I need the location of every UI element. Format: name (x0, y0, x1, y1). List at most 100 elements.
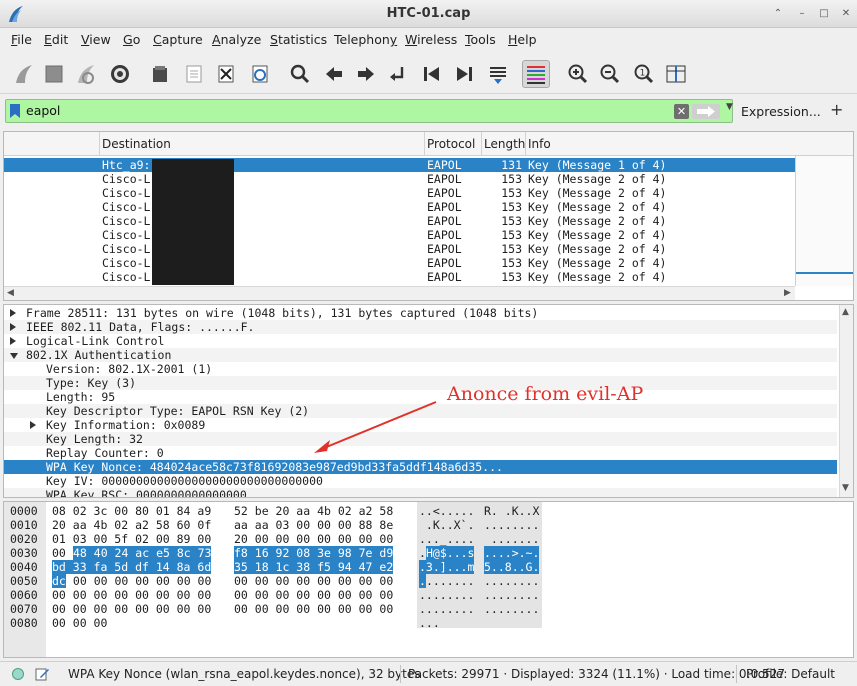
detail-row[interactable]: Logical-Link Control (4, 334, 837, 348)
capture-options-icon[interactable] (106, 60, 134, 88)
column-header-length[interactable]: Length (484, 137, 525, 151)
go-forward-icon[interactable] (352, 60, 380, 88)
display-filter-input[interactable]: eapol ✕ ▼ (5, 99, 733, 123)
detail-row[interactable]: Type: Key (3) (4, 376, 837, 390)
first-packet-icon[interactable] (418, 60, 446, 88)
bytes-row[interactable]: 0080 00 00 00... (4, 616, 853, 630)
collapse-arrow-icon[interactable] (10, 353, 18, 359)
window-maximize-icon[interactable]: □ (816, 6, 832, 22)
menu-capture[interactable]: Capture (153, 32, 203, 47)
expand-arrow-icon[interactable] (10, 337, 16, 345)
menu-statistics[interactable]: Statistics (270, 32, 327, 47)
save-file-icon[interactable] (180, 60, 208, 88)
scroll-down-icon[interactable]: ▼ (842, 483, 849, 493)
bytes-row[interactable]: 0010 20 aa 4b 02 a2 58 60 0f aa aa 03 00 0… (4, 518, 853, 532)
column-header-info[interactable]: Info (528, 137, 551, 151)
menu-view[interactable]: View (81, 32, 111, 47)
zoom-out-icon[interactable] (596, 60, 624, 88)
packet-cell-info: Key (Message 2 of 4) (528, 172, 667, 186)
scroll-right-icon[interactable]: ▶ (784, 288, 791, 298)
resize-columns-icon[interactable] (662, 60, 690, 88)
colorize-packets-icon[interactable] (522, 60, 550, 88)
scroll-up-icon[interactable]: ▲ (842, 307, 849, 317)
menu-help[interactable]: Help (508, 32, 537, 47)
find-packet-icon[interactable] (286, 60, 314, 88)
bytes-ascii: ........ (484, 518, 540, 532)
bytes-row[interactable]: 0020 01 03 00 5f 02 00 89 00 20 00 00 00 0… (4, 532, 853, 546)
scroll-left-icon[interactable]: ◀ (7, 288, 14, 298)
close-file-icon[interactable] (212, 60, 240, 88)
detail-row[interactable]: Frame 28511: 131 bytes on wire (1048 bit… (4, 306, 837, 320)
go-to-packet-icon[interactable] (384, 60, 412, 88)
column-header-destination[interactable]: Destination (102, 137, 171, 151)
detail-text: WPA Key RSC: 0000000000000000 (46, 488, 247, 498)
bytes-row[interactable]: 0060 00 00 00 00 00 00 00 00 00 00 00 00 0… (4, 588, 853, 602)
bytes-offset: 0000 (10, 504, 38, 518)
expression-button[interactable]: Expression... (741, 104, 821, 119)
packet-details-scrollbar[interactable]: ▲ ▼ (839, 305, 853, 497)
detail-row[interactable]: Version: 802.1X-2001 (1) (4, 362, 837, 376)
column-header-protocol[interactable]: Protocol (427, 137, 475, 151)
menu-file[interactable]: File (11, 32, 32, 47)
bytes-offset: 0030 (10, 546, 38, 560)
window-up-icon[interactable]: ⌃ (770, 6, 786, 22)
detail-row[interactable]: IEEE 802.11 Data, Flags: ......F. (4, 320, 837, 334)
auto-scroll-icon[interactable] (484, 60, 512, 88)
window-minimize-icon[interactable]: – (794, 6, 810, 22)
detail-row[interactable]: WPA Key RSC: 0000000000000000 (4, 488, 837, 498)
packet-row[interactable]: Cisco-L EAPOL 153 Key (Message 2 of 4) (4, 186, 795, 200)
normal-size-icon[interactable]: 1 (630, 60, 658, 88)
menu-telephony[interactable]: Telephony (334, 32, 397, 47)
add-filter-button[interactable]: + (830, 100, 843, 119)
packet-row[interactable]: Cisco-L EAPOL 153 Key (Message 2 of 4) (4, 200, 795, 214)
bytes-row[interactable]: 0050 dc 00 00 00 00 00 00 00 00 00 00 00 0… (4, 574, 853, 588)
packet-row[interactable]: Cisco-L EAPOL 153 Key (Message 2 of 4) (4, 270, 795, 284)
bytes-row[interactable]: 0030 00 48 40 24 ac e5 8c 73 f8 16 92 08 3e… (4, 546, 853, 560)
expand-arrow-icon[interactable] (10, 309, 16, 317)
bytes-row[interactable]: 0000 08 02 3c 00 80 01 84 a9 52 be 20 aa 4… (4, 504, 853, 518)
display-filter-text[interactable]: eapol (26, 103, 60, 118)
bytes-hex: 00 00 00 00 00 00 00 (66, 574, 212, 588)
packet-row[interactable]: Cisco-L EAPOL 153 Key (Message 2 of 4) (4, 214, 795, 228)
status-profile[interactable]: Profile: Default (746, 667, 835, 681)
detail-row[interactable]: WPA Key Nonce: 484024ace58c73f81692083e9… (4, 460, 837, 474)
expand-arrow-icon[interactable] (30, 421, 36, 429)
detail-row[interactable]: Key IV: 00000000000000000000000000000000 (4, 474, 837, 488)
packet-list-minimap[interactable] (795, 156, 853, 286)
capture-comment-icon[interactable] (34, 666, 50, 682)
packet-cell-length: 153 (501, 270, 522, 284)
go-back-icon[interactable] (320, 60, 348, 88)
zoom-in-icon[interactable] (564, 60, 592, 88)
packet-row[interactable]: Htc_a9: EAPOL 131 Key (Message 1 of 4) (4, 158, 795, 172)
open-file-icon[interactable] (146, 60, 174, 88)
detail-row[interactable]: 802.1X Authentication (4, 348, 837, 362)
menu-analyze[interactable]: Analyze (212, 32, 261, 47)
window-close-icon[interactable]: ✕ (838, 6, 854, 22)
bytes-hex: 00 00 00 00 00 00 00 00 (52, 588, 212, 602)
restart-capture-icon[interactable] (72, 60, 100, 88)
packet-row[interactable]: Cisco-L EAPOL 153 Key (Message 2 of 4) (4, 256, 795, 270)
packet-row[interactable]: Cisco-L EAPOL 153 Key (Message 2 of 4) (4, 172, 795, 186)
stop-capture-icon[interactable] (40, 60, 68, 88)
last-packet-icon[interactable] (450, 60, 478, 88)
filter-history-dropdown-icon[interactable]: ▼ (726, 102, 733, 112)
menu-go[interactable]: Go (123, 32, 140, 47)
bytes-hex: 00 00 00 00 00 00 00 00 (234, 602, 394, 616)
clear-filter-icon[interactable]: ✕ (674, 104, 689, 119)
apply-filter-icon[interactable] (692, 104, 720, 119)
status-bar: WPA Key Nonce (wlan_rsna_eapol.keydes.no… (0, 661, 857, 686)
bytes-row[interactable]: 0040 bd 33 fa 5d df 14 8a 6d 35 18 1c 38 f… (4, 560, 853, 574)
expand-arrow-icon[interactable] (10, 323, 16, 331)
bytes-row[interactable]: 0070 00 00 00 00 00 00 00 00 00 00 00 00 0… (4, 602, 853, 616)
reload-file-icon[interactable] (246, 60, 274, 88)
menu-edit[interactable]: Edit (44, 32, 68, 47)
menu-wireless[interactable]: Wireless (405, 32, 457, 47)
start-capture-icon[interactable] (10, 60, 38, 88)
packet-row[interactable]: Cisco-L EAPOL 153 Key (Message 2 of 4) (4, 228, 795, 242)
packet-row[interactable]: Cisco-L EAPOL 153 Key (Message 2 of 4) (4, 242, 795, 256)
menu-tools[interactable]: Tools (465, 32, 496, 47)
packet-list-horizontal-scrollbar[interactable]: ◀ ▶ (4, 286, 795, 300)
bookmark-icon[interactable] (10, 104, 20, 118)
expert-info-icon[interactable] (12, 668, 24, 680)
annotation-arrow-icon (314, 401, 437, 453)
